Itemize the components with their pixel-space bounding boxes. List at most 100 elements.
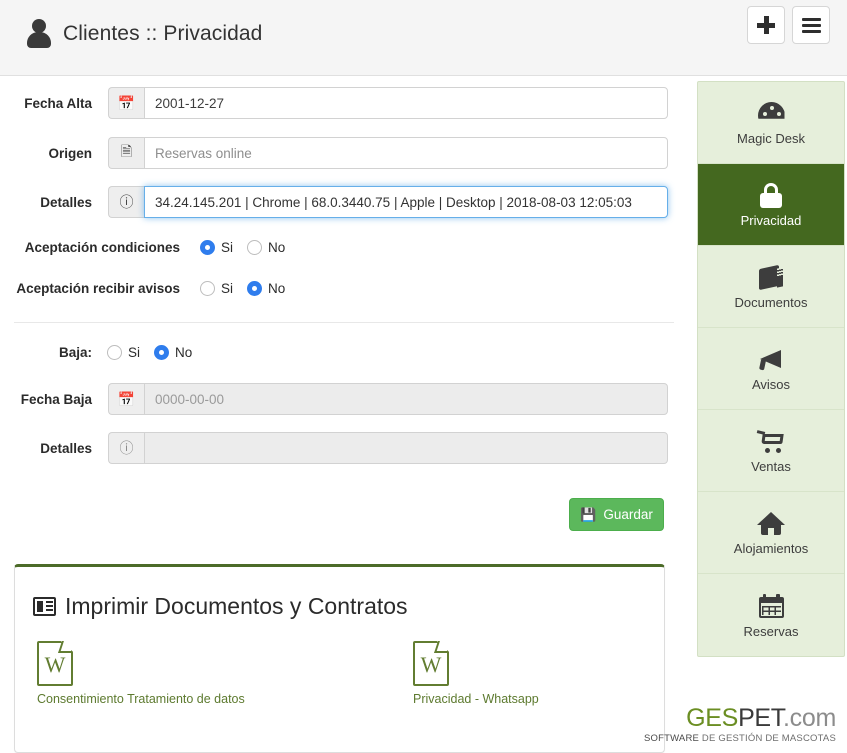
sidebar-item-label: Reservas: [743, 623, 799, 639]
logo-wordmark: GESPET.com: [644, 703, 836, 732]
radio-group-aceptacion-condiciones: Si No: [200, 240, 285, 255]
document-label: Privacidad - Whatsapp: [413, 692, 539, 706]
document-label: Consentimiento Tratamiento de datos: [37, 692, 245, 706]
label-origen: Origen: [48, 145, 92, 161]
newspaper-icon: [33, 597, 56, 616]
section-divider: [14, 322, 674, 323]
logo-tagline: SOFTWARE DE GESTIÓN DE MASCOTAS: [643, 732, 836, 744]
radio-group-baja: Si No: [107, 345, 192, 360]
field-row-detalles: Detalles ⓘ: [0, 186, 668, 218]
gauge-icon: [757, 100, 785, 126]
add-button[interactable]: [747, 6, 785, 44]
logo-part-ges: GES: [686, 703, 739, 732]
detalles-baja-input[interactable]: [144, 432, 668, 464]
radio-aceptacion-condiciones-no[interactable]: No: [247, 240, 285, 255]
save-icon: 💾: [580, 507, 597, 522]
menu-button[interactable]: [792, 6, 830, 44]
field-row-detalles-baja: Detalles ⓘ: [0, 432, 668, 464]
user-icon: [26, 17, 52, 51]
document-link-privacidad-whatsapp[interactable]: W Privacidad - Whatsapp: [413, 641, 539, 706]
logo-tagline-rest: DE GESTIÓN DE MASCOTAS: [699, 732, 836, 744]
input-group-fecha-alta: 📅: [108, 87, 668, 119]
sidebar-item-alojamientos[interactable]: Alojamientos: [698, 492, 844, 574]
sidebar-item-label: Magic Desk: [737, 131, 805, 146]
radio-label: No: [268, 281, 286, 296]
calendar-icon: 📅: [108, 383, 144, 415]
sidebar-item-label: Documentos: [734, 295, 808, 310]
info-icon: ⓘ: [108, 186, 144, 218]
field-row-fecha-alta: Fecha Alta 📅: [0, 87, 668, 119]
sidebar-item-label: Avisos: [751, 377, 791, 392]
label-aceptacion-avisos: Aceptación recibir avisos: [16, 281, 180, 296]
logo-part-com: .com: [783, 703, 836, 732]
sidebar-item-label: Alojamientos: [733, 541, 809, 556]
radio-indicator: [107, 345, 122, 360]
field-row-fecha-baja: Fecha Baja 📅: [0, 383, 668, 415]
field-row-origen: Origen 🗎: [0, 137, 668, 169]
radio-aceptacion-condiciones-si[interactable]: Si: [200, 240, 233, 255]
sidebar-item-label: Ventas: [751, 459, 791, 474]
radio-indicator: [247, 281, 263, 296]
label-baja: Baja:: [58, 345, 92, 360]
radio-baja-no[interactable]: No: [154, 345, 192, 360]
documents-panel: Imprimir Documentos y Contratos W Consen…: [14, 564, 665, 753]
home-icon: [757, 510, 785, 536]
detalles-input[interactable]: [144, 186, 668, 218]
radio-indicator: [247, 240, 263, 255]
radio-label: No: [268, 240, 286, 255]
sidebar-item-reservas[interactable]: Reservas: [698, 574, 844, 656]
documents-panel-title-group: Imprimir Documentos y Contratos: [33, 593, 408, 620]
documents-panel-title: Imprimir Documentos y Contratos: [65, 593, 408, 619]
radio-indicator: [200, 240, 215, 255]
sidebar-item-documentos[interactable]: Documentos: [698, 246, 844, 328]
radio-label: Si: [128, 345, 141, 360]
word-glyph: W: [420, 652, 442, 677]
page-header: Clientes :: Privacidad: [0, 0, 847, 76]
radio-indicator: [200, 281, 215, 296]
input-group-detalles-baja: ⓘ: [108, 432, 668, 464]
origen-input[interactable]: [144, 137, 668, 169]
input-group-fecha-baja: 📅: [108, 383, 668, 415]
fecha-baja-input[interactable]: [144, 383, 668, 415]
input-group-origen: 🗎: [108, 137, 668, 169]
logo-tagline-bold: SOFTWARE: [643, 732, 700, 744]
cart-icon: [756, 428, 785, 454]
sidebar-item-ventas[interactable]: Ventas: [698, 410, 844, 492]
sidebar-item-magic-desk[interactable]: Magic Desk: [698, 82, 844, 164]
radio-label: Si: [221, 240, 234, 255]
field-row-baja: Baja: Si No: [0, 345, 400, 360]
book-icon: [758, 264, 784, 290]
privacy-form: Fecha Alta 📅 Origen 🗎 Detalles ⓘ Acepta: [0, 77, 690, 753]
sidebar-item-privacidad[interactable]: Privacidad: [698, 164, 844, 246]
sidebar-item-avisos[interactable]: Avisos: [698, 328, 844, 410]
app-root: Clientes :: Privacidad Fecha Alta 📅 Or: [0, 0, 847, 753]
fecha-alta-input[interactable]: [144, 87, 668, 119]
radio-baja-si[interactable]: Si: [107, 345, 140, 360]
word-glyph: W: [44, 652, 66, 677]
save-button[interactable]: 💾 Guardar: [569, 498, 664, 531]
radio-aceptacion-avisos-si[interactable]: Si: [200, 281, 233, 296]
gespet-logo: GESPET.com SOFTWARE DE GESTIÓN DE MASCOT…: [643, 703, 836, 744]
field-row-aceptacion-condiciones: Aceptación condiciones Si No: [0, 240, 400, 255]
word-file-icon: W: [37, 641, 75, 686]
label-detalles-baja: Detalles: [40, 440, 92, 456]
plus-icon: [757, 16, 775, 34]
label-fecha-baja: Fecha Baja: [20, 391, 92, 407]
radio-group-aceptacion-avisos: Si No: [200, 281, 285, 296]
sidebar-nav: Magic Desk Privacidad Documentos Avisos: [697, 81, 845, 657]
document-link-consentimiento[interactable]: W Consentimiento Tratamiento de datos: [37, 641, 245, 706]
field-row-aceptacion-avisos: Aceptación recibir avisos Si No: [0, 281, 400, 296]
header-actions: [747, 6, 830, 44]
page-title: Clientes :: Privacidad: [63, 22, 263, 45]
document-icon: 🗎: [108, 137, 144, 169]
word-file-icon: W: [413, 641, 451, 686]
calendar-icon: 📅: [108, 87, 144, 119]
label-detalles: Detalles: [40, 194, 92, 210]
label-fecha-alta: Fecha Alta: [24, 95, 92, 111]
radio-aceptacion-avisos-no[interactable]: No: [247, 281, 285, 296]
hamburger-icon: [801, 17, 821, 33]
radio-label: No: [175, 345, 193, 360]
radio-label: Si: [221, 281, 234, 296]
lock-icon: [760, 182, 782, 208]
input-group-detalles: ⓘ: [108, 186, 668, 218]
